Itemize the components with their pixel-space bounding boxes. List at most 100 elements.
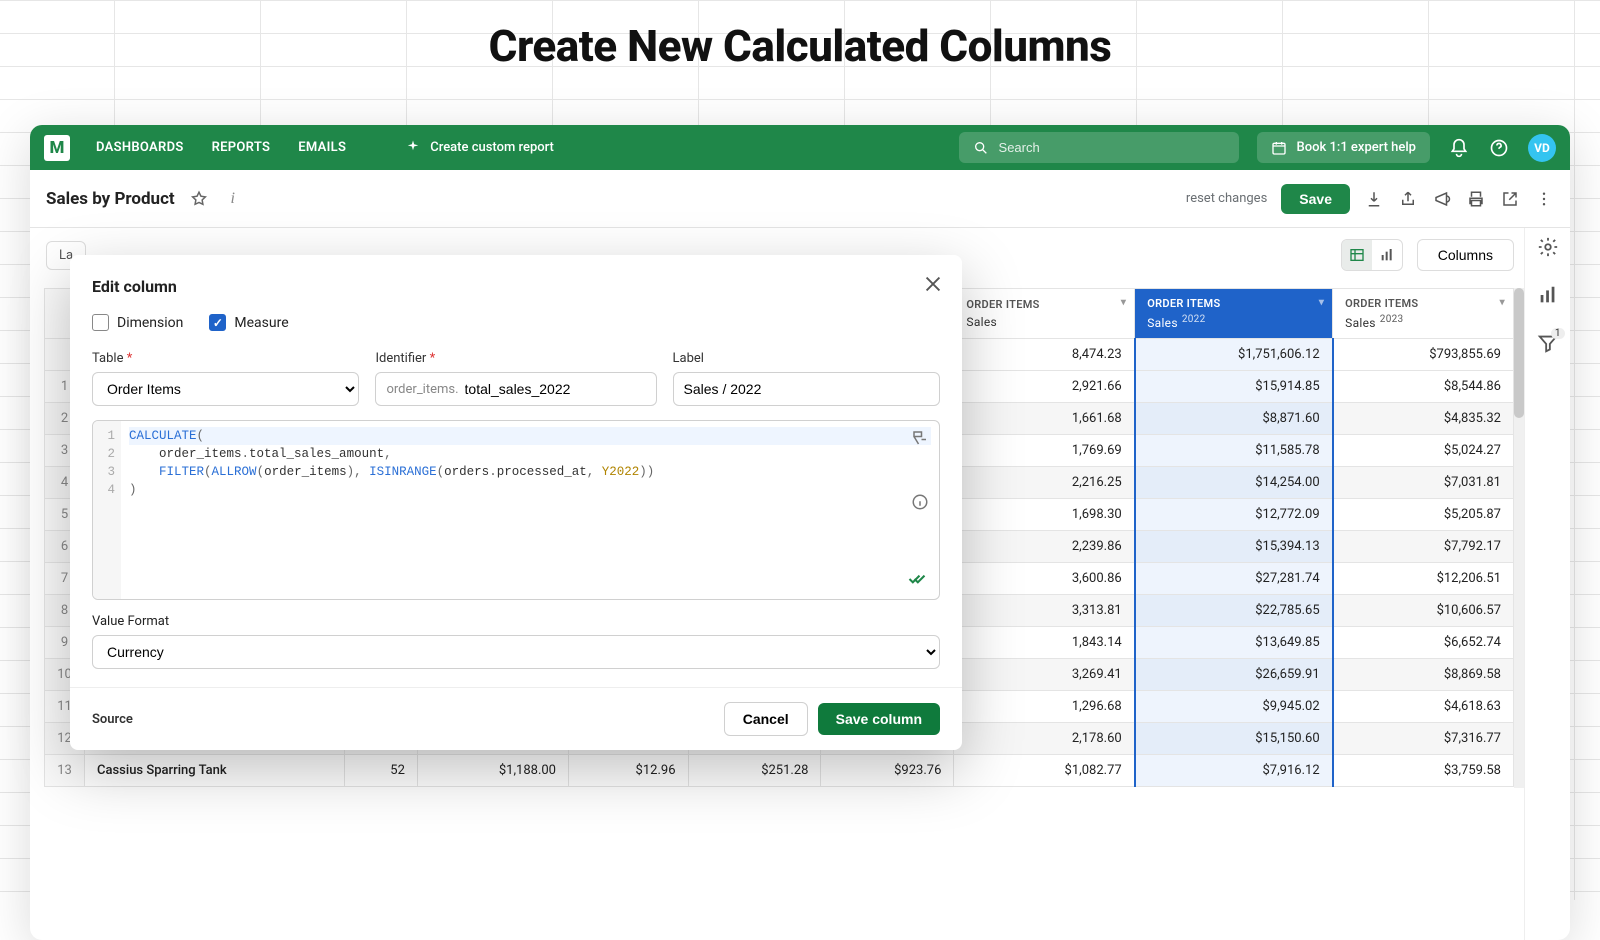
cell-name: Cassius Sparring Tank <box>85 755 345 787</box>
nav-dashboards[interactable]: DASHBOARDS <box>96 140 184 155</box>
book-help-label: Book 1:1 expert help <box>1297 140 1416 155</box>
edit-column-modal: Edit column Dimension Measure Table * Or… <box>70 255 962 750</box>
cell-sales-2023: $10,606.57 <box>1333 595 1514 627</box>
book-help-button[interactable]: Book 1:1 expert help <box>1257 132 1430 163</box>
create-custom-report-button[interactable]: Create custom report <box>404 139 554 157</box>
more-icon[interactable] <box>1534 189 1554 209</box>
cell: $1,188.00 <box>417 755 568 787</box>
open-external-icon[interactable] <box>1500 189 1520 209</box>
cell-sales-2023: $5,024.27 <box>1333 435 1514 467</box>
cell-sales-prev: 8,474.23 <box>954 339 1135 371</box>
code-editor-body[interactable]: CALCULATE( order_items.total_sales_amoun… <box>121 421 939 599</box>
cell-sales-2023: $7,792.17 <box>1333 531 1514 563</box>
app-logo[interactable]: M <box>44 135 70 161</box>
rail-chart-icon[interactable] <box>1537 284 1559 306</box>
table-row[interactable]: 13Cassius Sparring Tank52$1,188.00$12.96… <box>45 755 1514 787</box>
calendar-icon <box>1271 140 1287 156</box>
identifier-input-wrap[interactable]: order_items. <box>375 372 656 406</box>
cell-sales-prev: 2,921.66 <box>954 371 1135 403</box>
table-select[interactable]: Order Items <box>92 372 359 406</box>
cell-sales-prev: 3,600.86 <box>954 563 1135 595</box>
cell-sales-2022: $11,585.78 <box>1135 435 1333 467</box>
cell-sales-2022: $15,150.60 <box>1135 723 1333 755</box>
identifier-prefix: order_items. <box>386 382 458 397</box>
editor-side-icons <box>911 429 929 511</box>
star-icon[interactable] <box>189 189 209 209</box>
cell-sales-2023: $6,652.74 <box>1333 627 1514 659</box>
cell-sales-2023: $12,206.51 <box>1333 563 1514 595</box>
cell-sales-2022: $15,394.13 <box>1135 531 1333 563</box>
rail-filter-icon[interactable]: 1 <box>1537 332 1559 354</box>
cell-sales-2023: $7,316.77 <box>1333 723 1514 755</box>
value-format-select[interactable]: Currency <box>92 635 940 669</box>
sparkle-icon <box>404 139 422 157</box>
rail-settings-icon[interactable] <box>1537 236 1559 258</box>
cell-sales-2022: $1,751,606.12 <box>1135 339 1333 371</box>
measure-checkbox[interactable]: Measure <box>209 314 288 331</box>
format-icon[interactable] <box>911 429 929 447</box>
cell-sales-2023: $8,869.58 <box>1333 659 1514 691</box>
cell-sales-prev: 2,178.60 <box>954 723 1135 755</box>
save-column-button[interactable]: Save column <box>818 703 940 735</box>
broadcast-icon[interactable] <box>1432 189 1452 209</box>
identifier-input[interactable] <box>465 381 646 397</box>
view-chart-icon[interactable] <box>1372 240 1402 270</box>
dimension-checkbox[interactable]: Dimension <box>92 314 183 331</box>
cell-sales-2023: $5,205.87 <box>1333 499 1514 531</box>
cell-sales-2022: $27,281.74 <box>1135 563 1333 595</box>
columns-button[interactable]: Columns <box>1417 239 1514 271</box>
reset-changes-link[interactable]: reset changes <box>1186 191 1267 206</box>
modal-footer: Source Cancel Save column <box>70 687 962 750</box>
identifier-label: Identifier * <box>375 351 656 366</box>
table-field: Table * Order Items <box>92 351 359 406</box>
checkbox-off-icon <box>92 314 109 331</box>
cell-sales-2022: $8,871.60 <box>1135 403 1333 435</box>
row-number: 13 <box>45 755 85 787</box>
cell-sales-prev: 3,313.81 <box>954 595 1135 627</box>
cell-sales-prev: $1,082.77 <box>954 755 1135 787</box>
label-field: Label <box>673 351 940 406</box>
help-icon[interactable] <box>1488 137 1510 159</box>
scrollbar-thumb[interactable] <box>1514 288 1524 418</box>
col-sales-2023-header[interactable]: ORDER ITEMS▾ Sales2023 <box>1333 289 1514 339</box>
nav-reports[interactable]: REPORTS <box>212 140 271 155</box>
info-icon[interactable]: i <box>223 189 243 209</box>
cell: 52 <box>345 755 418 787</box>
source-toggle[interactable]: Source <box>92 712 133 727</box>
modal-close-icon[interactable] <box>922 273 944 295</box>
vertical-scrollbar[interactable] <box>1514 288 1524 788</box>
notifications-icon[interactable] <box>1448 137 1470 159</box>
search-input[interactable] <box>999 140 1225 155</box>
right-rail: 1 <box>1524 228 1570 940</box>
primary-nav: DASHBOARDS REPORTS EMAILS <box>96 140 346 155</box>
cancel-button[interactable]: Cancel <box>724 702 808 736</box>
save-button[interactable]: Save <box>1281 184 1350 214</box>
label-input[interactable] <box>673 372 940 406</box>
topbar: M DASHBOARDS REPORTS EMAILS Create custo… <box>30 125 1570 170</box>
cell-sales-2022: $15,914.85 <box>1135 371 1333 403</box>
search-box[interactable] <box>959 132 1239 163</box>
print-icon[interactable] <box>1466 189 1486 209</box>
user-avatar[interactable]: VD <box>1528 134 1556 162</box>
cell-sales-2023: $793,855.69 <box>1333 339 1514 371</box>
filter-count-badge: 1 <box>1551 328 1565 339</box>
cell-sales-2022: $13,649.85 <box>1135 627 1333 659</box>
col-order-items-prev-header[interactable]: ORDER ITEMS▾ Sales <box>954 289 1135 339</box>
code-gutter: 1234 <box>93 421 121 599</box>
function-info-icon[interactable] <box>911 493 929 511</box>
download-icon[interactable] <box>1364 189 1384 209</box>
nav-emails[interactable]: EMAILS <box>298 140 346 155</box>
cell-sales-2023: $8,544.86 <box>1333 371 1514 403</box>
view-table-icon[interactable] <box>1342 240 1372 270</box>
share-icon[interactable] <box>1398 189 1418 209</box>
valid-check-icon <box>907 569 927 589</box>
column-type-checks: Dimension Measure <box>92 314 940 331</box>
value-format-label: Value Format <box>92 614 940 629</box>
cell-sales-prev: 1,296.68 <box>954 691 1135 723</box>
formula-editor[interactable]: 1234 CALCULATE( order_items.total_sales_… <box>92 420 940 600</box>
label-label: Label <box>673 351 940 366</box>
report-title: Sales by Product <box>46 189 175 209</box>
cell: $923.76 <box>821 755 954 787</box>
col-sales-2022-header[interactable]: ORDER ITEMS▾ Sales2022 <box>1135 289 1333 339</box>
cell-sales-2022: $22,785.65 <box>1135 595 1333 627</box>
